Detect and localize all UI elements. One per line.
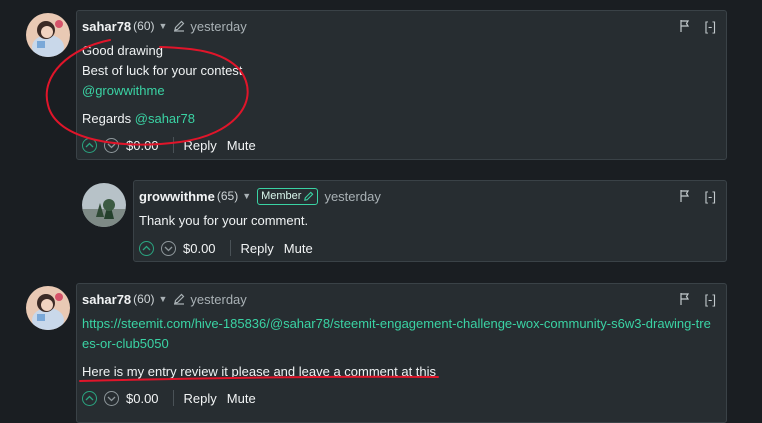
- comment-header: growwithme (65) ▼ Member yesterday [-]: [139, 186, 716, 206]
- downvote-icon[interactable]: [161, 240, 176, 256]
- mute-button[interactable]: Mute: [227, 138, 256, 153]
- comment-header: sahar78 (60) ▼ yesterday [-]: [82, 16, 716, 36]
- upvote-icon[interactable]: [82, 390, 97, 406]
- mention-link[interactable]: @growwithme: [82, 81, 716, 101]
- comment-line: Good drawing: [82, 43, 163, 58]
- collapse-toggle[interactable]: [-]: [704, 292, 716, 307]
- upvote-icon[interactable]: [82, 137, 97, 153]
- chevron-down-icon[interactable]: ▼: [242, 191, 251, 201]
- divider: [172, 137, 174, 153]
- comment-footer: $0.00 Reply Mute: [82, 134, 266, 156]
- comment-footer: $0.00 Reply Mute: [139, 237, 323, 259]
- mention-link[interactable]: @sahar78: [135, 111, 195, 126]
- comment-card: growwithme (65) ▼ Member yesterday [-] T…: [133, 180, 727, 262]
- comment-card: sahar78 (60) ▼ yesterday [-] https://ste…: [76, 283, 727, 423]
- mute-button[interactable]: Mute: [284, 241, 313, 256]
- chevron-down-icon[interactable]: ▼: [159, 294, 168, 304]
- comment-card: sahar78 (60) ▼ yesterday [-] Good drawin…: [76, 10, 727, 160]
- avatar[interactable]: [82, 183, 126, 227]
- collapse-toggle[interactable]: [-]: [704, 19, 716, 34]
- comment-text: Thank you for your comment.: [139, 213, 309, 228]
- chevron-down-icon[interactable]: ▼: [159, 21, 168, 31]
- author-name[interactable]: growwithme: [139, 189, 215, 204]
- mute-button[interactable]: Mute: [227, 391, 256, 406]
- reply-button[interactable]: Reply: [241, 241, 274, 256]
- timestamp[interactable]: yesterday: [324, 189, 380, 204]
- author-name[interactable]: sahar78: [82, 292, 131, 307]
- author-reputation: (60): [133, 292, 155, 306]
- member-pencil-icon: [304, 191, 314, 201]
- payout-value[interactable]: $0.00: [183, 241, 216, 256]
- collapse-toggle[interactable]: [-]: [704, 189, 716, 204]
- downvote-icon[interactable]: [104, 390, 119, 406]
- timestamp[interactable]: yesterday: [190, 292, 246, 307]
- payout-value[interactable]: $0.00: [126, 138, 159, 153]
- comment-body: Thank you for your comment.: [139, 211, 716, 231]
- member-badge-label: Member: [261, 190, 302, 202]
- flag-icon[interactable]: [680, 190, 690, 202]
- timestamp[interactable]: yesterday: [190, 19, 246, 34]
- comment-text: Here is my entry review it please and le…: [82, 364, 437, 379]
- flag-icon[interactable]: [680, 20, 690, 32]
- reply-button[interactable]: Reply: [184, 138, 217, 153]
- comment-footer: $0.00 Reply Mute: [82, 387, 266, 409]
- author-reputation: (60): [133, 19, 155, 33]
- pencil-icon: [174, 293, 185, 305]
- comment-line: Best of luck for your contest: [82, 63, 243, 78]
- reply-button[interactable]: Reply: [184, 391, 217, 406]
- avatar[interactable]: [26, 286, 70, 330]
- avatar[interactable]: [26, 13, 70, 57]
- pencil-icon: [174, 20, 185, 32]
- regards-line: Regards @sahar78: [82, 109, 716, 129]
- comment-header: sahar78 (60) ▼ yesterday [-]: [82, 289, 716, 309]
- comment-body: Good drawing Best of luck for your conte…: [82, 41, 716, 129]
- upvote-icon[interactable]: [139, 240, 154, 256]
- member-badge: Member: [257, 187, 319, 205]
- author-name[interactable]: sahar78: [82, 19, 131, 34]
- post-link[interactable]: https://steemit.com/hive-185836/@sahar78…: [82, 314, 716, 354]
- regards-label: Regards: [82, 111, 132, 126]
- divider: [229, 240, 231, 256]
- flag-icon[interactable]: [680, 293, 690, 305]
- comment-body: https://steemit.com/hive-185836/@sahar78…: [82, 314, 716, 382]
- payout-value[interactable]: $0.00: [126, 391, 159, 406]
- author-reputation: (65): [216, 189, 239, 203]
- downvote-icon[interactable]: [104, 137, 119, 153]
